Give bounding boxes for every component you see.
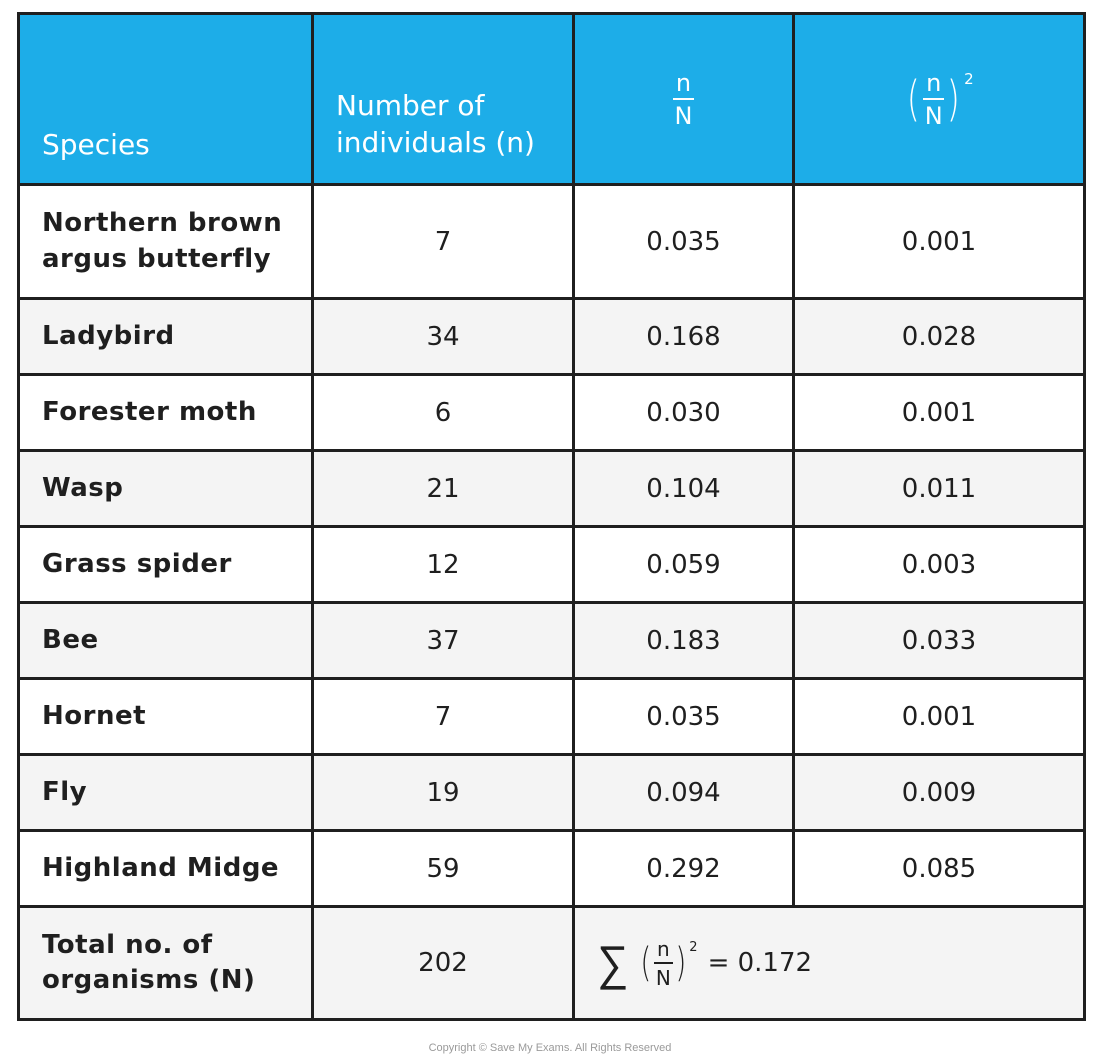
n-over-N-value: 0.104 — [572, 449, 795, 528]
table-row: Bee 37 0.183 0.033 — [17, 601, 1086, 680]
n-over-N-value: 0.094 — [572, 753, 795, 832]
exponent: 2 — [689, 939, 698, 955]
n-over-N-value: 0.035 — [572, 677, 795, 756]
sum-expression: ∑ ( n N ) 2 = 0.172 — [597, 934, 813, 992]
header-species: Species — [17, 12, 314, 186]
right-paren: ) — [947, 71, 961, 127]
species-name: Northern brown argus butterfly — [17, 183, 314, 300]
total-label-line2: organisms (N) — [42, 965, 256, 995]
species-diversity-table: Species Number of individuals (n) n N ( … — [17, 12, 1086, 1021]
n-over-N-value: 0.059 — [572, 525, 795, 604]
species-name: Hornet — [17, 677, 314, 756]
species-name: Bee — [17, 601, 314, 680]
sigma-icon: ∑ — [597, 934, 629, 992]
individuals-count: 6 — [311, 373, 575, 452]
n-over-N-squared-value: 0.009 — [792, 753, 1086, 832]
individuals-count: 21 — [311, 449, 575, 528]
n-over-N-value: 0.030 — [572, 373, 795, 452]
species-name: Wasp — [17, 449, 314, 528]
total-label-line1: Total no. of — [42, 929, 213, 960]
left-paren: ( — [907, 71, 921, 127]
table-row: Ladybird 34 0.168 0.028 — [17, 297, 1086, 376]
fraction: n N — [672, 71, 695, 130]
total-label: Total no. of organisms (N) — [17, 905, 314, 1021]
individuals-count: 19 — [311, 753, 575, 832]
sum-of-squares-cell: ∑ ( n N ) 2 = 0.172 — [572, 905, 1086, 1021]
species-name-line1: Northern brown — [42, 208, 283, 239]
fraction-denominator: N — [674, 101, 693, 130]
table-row: Highland Midge 59 0.292 0.085 — [17, 829, 1086, 908]
individuals-count: 7 — [311, 677, 575, 756]
header-n-over-N-squared: ( n N ) 2 — [792, 12, 1086, 186]
total-row: Total no. of organisms (N) 202 ∑ ( n N )… — [17, 905, 1086, 1021]
fraction-numerator: n — [672, 71, 695, 100]
n-over-N-squared-value: 0.003 — [792, 525, 1086, 604]
table-row: Fly 19 0.094 0.009 — [17, 753, 1086, 832]
n-over-N-value: 0.168 — [572, 297, 795, 376]
table-row: Forester moth 6 0.030 0.001 — [17, 373, 1086, 452]
header-number-line2: individuals (n) — [336, 125, 535, 159]
species-name: Fly — [17, 753, 314, 832]
individuals-count: 34 — [311, 297, 575, 376]
individuals-count: 7 — [311, 183, 575, 300]
n-over-N-squared-value: 0.001 — [792, 373, 1086, 452]
table-row: Hornet 7 0.035 0.001 — [17, 677, 1086, 756]
sum-value: = 0.172 — [707, 948, 813, 978]
fraction: n N — [923, 71, 945, 130]
fraction-denominator: N — [655, 965, 671, 990]
n-over-N-squared-value: 0.011 — [792, 449, 1086, 528]
exponent: 2 — [964, 70, 974, 88]
header-n-over-N: n N — [572, 12, 795, 186]
n-over-N-squared-value: 0.028 — [792, 297, 1086, 376]
n-over-N-squared-value: 0.033 — [792, 601, 1086, 680]
header-row: Species Number of individuals (n) n N ( … — [17, 12, 1086, 186]
species-name-line2: argus butterfly — [42, 243, 272, 274]
n-over-N-value: 0.183 — [572, 601, 795, 680]
squared-fraction: ( n N ) 2 — [904, 70, 974, 130]
n-over-N-squared-value: 0.085 — [792, 829, 1086, 908]
total-organisms-count: 202 — [311, 905, 575, 1021]
left-paren: ( — [640, 940, 652, 986]
individuals-count: 59 — [311, 829, 575, 908]
fraction-numerator: n — [653, 939, 673, 964]
header-number-line1: Number of — [336, 89, 485, 123]
right-paren: ) — [675, 940, 686, 986]
species-name: Ladybird — [17, 297, 314, 376]
individuals-count: 37 — [311, 601, 575, 680]
header-number-of-individuals: Number of individuals (n) — [311, 12, 575, 186]
copyright-notice: Copyright © Save My Exams. All Rights Re… — [428, 1042, 672, 1054]
species-name: Forester moth — [17, 373, 314, 452]
table-row: Northern brown argus butterfly 7 0.035 0… — [17, 183, 1086, 300]
n-over-N-value: 0.292 — [572, 829, 795, 908]
species-name: Highland Midge — [17, 829, 314, 908]
species-name: Grass spider — [17, 525, 314, 604]
table-row: Wasp 21 0.104 0.011 — [17, 449, 1086, 528]
squared-fraction: ( n N ) 2 — [638, 939, 698, 990]
n-over-N-value: 0.035 — [572, 183, 795, 300]
n-over-N-squared-value: 0.001 — [792, 183, 1086, 300]
fraction: n N — [653, 939, 673, 990]
table-row: Grass spider 12 0.059 0.003 — [17, 525, 1086, 604]
fraction-denominator: N — [924, 101, 943, 130]
individuals-count: 12 — [311, 525, 575, 604]
n-over-N-squared-value: 0.001 — [792, 677, 1086, 756]
fraction-numerator: n — [923, 71, 945, 100]
